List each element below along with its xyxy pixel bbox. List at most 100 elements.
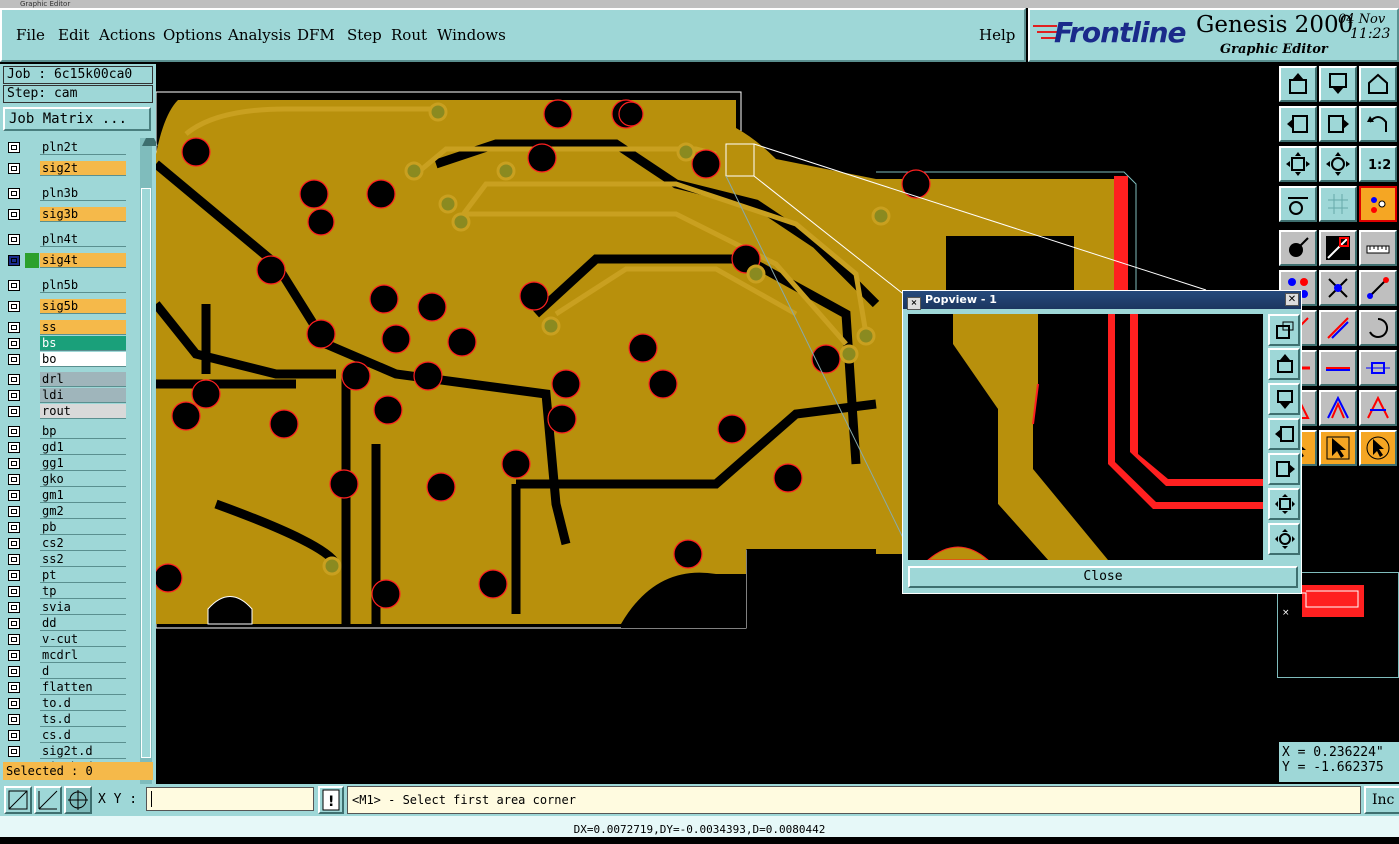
layer-affected-toggle[interactable] [25,664,39,679]
layer-row[interactable]: v-cut [4,632,126,647]
layer-checkbox[interactable] [8,634,20,645]
pop-down-icon[interactable] [1268,383,1300,415]
layer-checkbox[interactable] [8,354,20,365]
layer-name[interactable]: svia [40,600,126,615]
menu-file[interactable]: File [16,26,45,44]
layer-affected-toggle[interactable] [25,232,39,247]
layer-name[interactable]: sig5b [40,299,126,314]
close-icon[interactable]: ✕ [1285,293,1299,306]
layer-name[interactable]: gm1 [40,488,126,503]
layer-affected-toggle[interactable] [25,632,39,647]
layer-checkbox[interactable] [8,618,20,629]
layer-checkbox[interactable] [8,538,20,549]
layer-row[interactable]: ss2 [4,552,126,567]
layer-checkbox[interactable] [8,506,20,517]
layer-name[interactable]: sig2t.d [40,744,126,759]
popview-title-bar[interactable]: × Popview - 1 ✕ [903,291,1301,310]
layer-row[interactable]: sig5b [4,299,126,314]
layer-affected-toggle[interactable] [25,616,39,631]
layer-row[interactable]: cs2 [4,536,126,551]
layer-checkbox[interactable] [8,746,20,757]
pan-up-icon[interactable] [1279,66,1317,102]
pop-left-icon[interactable] [1268,418,1300,450]
menu-step[interactable]: Step [347,26,382,44]
layer-checkbox[interactable] [8,188,20,199]
layer-affected-toggle[interactable] [25,552,39,567]
layers-toggle-icon[interactable] [1359,186,1397,222]
layer-checkbox[interactable] [8,730,20,741]
layer-affected-toggle[interactable] [25,648,39,663]
layer-name[interactable]: drl [40,372,126,387]
layer-row[interactable]: pt [4,568,126,583]
layer-row[interactable]: ts.d [4,712,126,727]
layer-row[interactable]: drl [4,372,126,387]
bridge-icon[interactable] [1359,390,1397,426]
pointer-select-icon[interactable] [1319,430,1357,466]
select-feature-icon[interactable] [1279,230,1317,266]
popview-canvas[interactable] [908,314,1263,560]
layer-row[interactable]: sig2t [4,161,126,176]
layer-row[interactable]: rout [4,404,126,419]
pan-down-icon[interactable] [1319,66,1357,102]
layer-row[interactable]: mcdrl [4,648,126,663]
undo-view-icon[interactable] [1359,106,1397,142]
layer-checkbox[interactable] [8,666,20,677]
menu-edit[interactable]: Edit [58,26,89,44]
pop-right-icon[interactable] [1268,453,1300,485]
layer-checkbox[interactable] [8,209,20,220]
measure-icon[interactable] [1319,230,1357,266]
layer-row[interactable]: cs.d [4,728,126,743]
cross-icon[interactable] [1319,270,1357,306]
layer-affected-toggle[interactable] [25,253,39,268]
layer-row[interactable]: ldi [4,388,126,403]
layer-affected-toggle[interactable] [25,744,39,759]
ruler-icon[interactable] [1359,230,1397,266]
layer-checkbox[interactable] [8,390,20,401]
layer-name[interactable]: gg1 [40,456,126,471]
grid-icon[interactable] [1319,186,1357,222]
layer-affected-toggle[interactable] [25,404,39,419]
layer-row[interactable]: bo [4,352,126,367]
layer-checkbox[interactable] [8,255,20,266]
pop-zoom-icon[interactable] [1268,314,1300,346]
layer-row[interactable]: sig3b [4,207,126,222]
diagonal-line-icon[interactable] [1319,310,1357,346]
layer-name[interactable]: pb [40,520,126,535]
snap-corner-icon[interactable] [4,786,32,814]
layer-name[interactable]: cs.d [40,728,126,743]
layer-list-scrollbar[interactable] [140,138,158,820]
layer-affected-toggle[interactable] [25,352,39,367]
layer-name[interactable]: v-cut [40,632,126,647]
layer-affected-toggle[interactable] [25,278,39,293]
layer-checkbox[interactable] [8,301,20,312]
menu-rout[interactable]: Rout [391,26,427,44]
pop-center-icon[interactable] [1268,523,1300,555]
align-icon[interactable] [1359,350,1397,386]
layer-row[interactable]: d [4,664,126,679]
xy-input[interactable] [146,787,314,811]
layer-checkbox[interactable] [8,474,20,485]
rotate-icon[interactable] [1359,310,1397,346]
popview-close-button[interactable]: Close [908,566,1298,588]
layer-name[interactable]: ss [40,320,126,335]
zoom-fit-icon[interactable] [1279,146,1317,182]
layer-affected-toggle[interactable] [25,568,39,583]
layer-name[interactable]: dd [40,616,126,631]
layer-affected-toggle[interactable] [25,299,39,314]
layer-row[interactable]: pln2t [4,140,126,155]
layer-affected-toggle[interactable] [25,456,39,471]
layer-checkbox[interactable] [8,163,20,174]
layer-row[interactable]: pln3b [4,186,126,201]
layer-row[interactable]: bp [4,424,126,439]
layer-name[interactable]: gm2 [40,504,126,519]
layer-affected-toggle[interactable] [25,488,39,503]
pan-left-icon[interactable] [1279,106,1317,142]
window-menu-icon[interactable]: × [907,297,921,310]
layer-name[interactable]: sig4t [40,253,126,268]
menu-actions[interactable]: Actions [99,26,155,44]
layer-affected-toggle[interactable] [25,728,39,743]
layer-checkbox[interactable] [8,650,20,661]
layer-checkbox[interactable] [8,426,20,437]
layer-affected-toggle[interactable] [25,520,39,535]
layer-row[interactable]: pln5b [4,278,126,293]
